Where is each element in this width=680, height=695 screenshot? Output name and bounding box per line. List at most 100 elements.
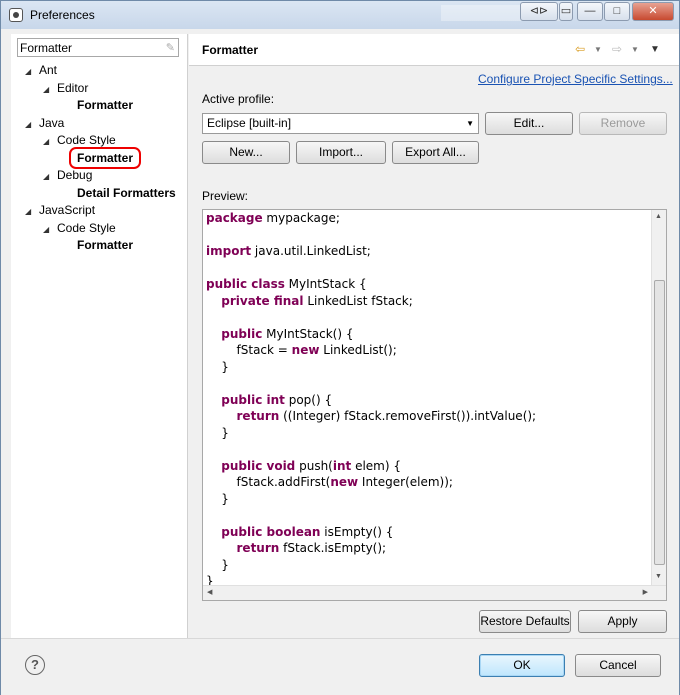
- scroll-up-icon[interactable]: ▲: [655, 213, 662, 220]
- tree-item-label: Debug: [57, 168, 93, 182]
- filter-field[interactable]: ✎: [17, 38, 179, 57]
- code-line: public void push(int elem) {: [206, 458, 536, 475]
- code-line: return fStack.isEmpty();: [206, 540, 536, 557]
- tree-expand-icon[interactable]: ◢: [25, 63, 39, 80]
- code-preview[interactable]: package mypackage; import java.util.Linke…: [202, 209, 667, 601]
- code-line: package mypackage;: [206, 210, 536, 227]
- tree-item[interactable]: Detail Formatters: [77, 185, 176, 202]
- ok-button[interactable]: OK: [479, 654, 565, 677]
- code-line: fStack = new LinkedList();: [206, 342, 536, 359]
- code-text: Integer(elem));: [358, 475, 453, 489]
- forward-history-dropdown-icon[interactable]: ▼: [631, 45, 639, 54]
- tree-expand-icon[interactable]: ◢: [43, 81, 57, 98]
- code-text: fStack =: [206, 343, 292, 357]
- vertical-scrollbar[interactable]: ▲ ▼: [651, 210, 666, 585]
- back-history-dropdown-icon[interactable]: ▼: [594, 45, 602, 54]
- tree-item-label: Detail Formatters: [77, 185, 176, 200]
- eclipse-app-icon: [9, 8, 23, 22]
- code-line: private final LinkedList fStack;: [206, 293, 536, 310]
- code-line: }: [206, 491, 536, 508]
- scroll-left-icon[interactable]: ◀: [207, 588, 212, 596]
- tree-item[interactable]: ◢ Debug: [43, 167, 92, 184]
- maximize-button[interactable]: □: [604, 2, 630, 21]
- profile-select-value: Eclipse [built-in]: [207, 116, 292, 130]
- code-text: MyIntStack {: [284, 277, 367, 291]
- apply-button[interactable]: Apply: [578, 610, 667, 633]
- tree-expand-icon[interactable]: ◢: [25, 116, 39, 133]
- tree-item-label: Code Style: [57, 220, 116, 235]
- tree-expand-icon[interactable]: ◢: [25, 203, 39, 220]
- tree-item[interactable]: ◢ Ant: [25, 62, 57, 79]
- code-text: }: [206, 557, 229, 572]
- scroll-down-icon[interactable]: ▼: [655, 573, 662, 580]
- tree-item-label: Code Style: [57, 133, 116, 147]
- back-arrow-icon[interactable]: ⇦: [575, 42, 585, 56]
- remove-button[interactable]: Remove: [579, 112, 667, 135]
- import-button[interactable]: Import...: [296, 141, 386, 164]
- cancel-button[interactable]: Cancel: [575, 654, 661, 677]
- title-bar: Preferences ⊲⊳ ▭ — □ ✕: [1, 1, 679, 29]
- code-text: push(: [295, 458, 333, 473]
- tree-expand-icon[interactable]: ◢: [43, 133, 57, 150]
- code-text: elem) {: [351, 458, 401, 473]
- tree-item[interactable]: ◢ Code Style: [43, 220, 116, 237]
- code-keyword: public class: [206, 277, 285, 291]
- code-keyword: public: [221, 326, 263, 341]
- formatter-page: Formatter ⇦ ▼ ⇨ ▼ ▼ Configure Project Sp…: [189, 34, 679, 638]
- export-all-button[interactable]: Export All...: [392, 141, 479, 164]
- scroll-right-icon[interactable]: ▶: [643, 588, 648, 596]
- tree-item[interactable]: Formatter: [77, 237, 133, 254]
- tree-expand-icon[interactable]: ◢: [43, 168, 57, 185]
- minimize-button[interactable]: —: [577, 2, 603, 21]
- tree-item[interactable]: ◢ JavaScript: [25, 202, 95, 219]
- window-restore-small-icon[interactable]: ▭: [559, 2, 573, 21]
- tree-item-label: Formatter: [77, 98, 134, 112]
- preferences-window: Preferences ⊲⊳ ▭ — □ ✕ ✎ ◢Ant◢EditorForm…: [0, 0, 680, 695]
- horizontal-scrollbar[interactable]: ◀ ▶: [203, 585, 666, 600]
- preview-label: Preview:: [202, 189, 249, 203]
- clear-filter-icon[interactable]: ✎: [166, 41, 175, 54]
- view-menu-icon[interactable]: ▼: [650, 44, 660, 55]
- code-keyword: import: [206, 244, 252, 258]
- code-line: import java.util.LinkedList;: [206, 243, 536, 260]
- window-sync-icon[interactable]: ⊲⊳: [520, 2, 558, 21]
- tree-item-label: Java: [39, 115, 65, 130]
- code-line: }: [206, 425, 536, 442]
- configure-project-settings-link[interactable]: Configure Project Specific Settings...: [478, 72, 673, 86]
- forward-arrow-icon[interactable]: ⇨: [612, 42, 622, 56]
- filter-input[interactable]: [18, 39, 156, 56]
- tree-item[interactable]: Formatter: [77, 97, 133, 114]
- tree-expand-icon[interactable]: ◢: [43, 221, 57, 238]
- tree-item[interactable]: ◢ Java: [25, 115, 64, 132]
- restore-defaults-button[interactable]: Restore Defaults: [479, 610, 571, 633]
- code-line: fStack.addFirst(new Integer(elem));: [206, 474, 536, 491]
- code-text: fStack.addFirst(: [206, 475, 331, 489]
- code-keyword: int: [332, 458, 352, 473]
- code-line: public boolean isEmpty() {: [206, 524, 536, 541]
- edit-button[interactable]: Edit...: [485, 112, 573, 135]
- profile-select[interactable]: Eclipse [built-in] ▼: [202, 113, 479, 134]
- code-line: }: [206, 359, 536, 376]
- help-icon[interactable]: ?: [25, 655, 45, 675]
- window-title: Preferences: [30, 8, 95, 22]
- tree-item-label: Formatter: [77, 238, 134, 252]
- dialog-footer: ? OK Cancel: [1, 638, 679, 695]
- new-profile-button[interactable]: New...: [202, 141, 290, 164]
- tree-item[interactable]: ◢ Editor: [43, 80, 88, 97]
- code-keyword: return: [236, 409, 280, 423]
- scroll-thumb[interactable]: [654, 280, 665, 565]
- code-text: MyIntStack() {: [262, 326, 354, 341]
- code-keyword: return: [236, 541, 280, 555]
- close-button[interactable]: ✕: [632, 2, 674, 21]
- page-header: Formatter ⇦ ▼ ⇨ ▼ ▼: [189, 34, 679, 66]
